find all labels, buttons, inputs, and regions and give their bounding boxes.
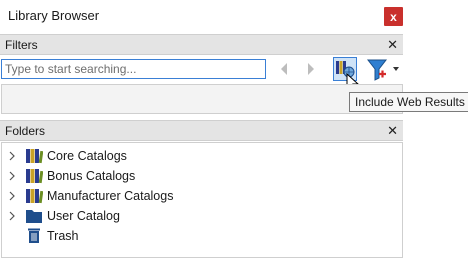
tree-item-bonus-catalogs[interactable]: Bonus Catalogs — [2, 166, 402, 186]
search-input[interactable] — [1, 59, 266, 79]
tree-item-label: Bonus Catalogs — [47, 169, 136, 183]
expand-chevron-icon[interactable] — [8, 151, 16, 161]
tree-item-user-catalog[interactable]: User Catalog — [2, 206, 402, 226]
tree-item-manufacturer-catalogs[interactable]: Manufacturer Catalogs — [2, 186, 402, 206]
filters-header-label: Filters — [5, 38, 38, 52]
previous-arrow-icon[interactable] — [277, 61, 291, 77]
tree-item-label: Manufacturer Catalogs — [47, 189, 174, 203]
tree-item-core-catalogs[interactable]: Core Catalogs — [2, 146, 402, 166]
include-web-results-tooltip: Include Web Results — [349, 92, 468, 112]
tree-item-trash[interactable]: Trash — [2, 226, 402, 246]
filters-panel-header: Filters ✕ — [0, 34, 403, 55]
folders-panel-header: Folders ✕ — [0, 120, 403, 141]
catalog-books-icon — [26, 149, 43, 164]
add-filter-dropdown-button[interactable] — [366, 58, 402, 82]
tree-item-label: User Catalog — [47, 209, 120, 223]
filters-close-icon[interactable]: ✕ — [387, 37, 398, 53]
expand-chevron-icon[interactable] — [8, 171, 16, 181]
catalog-books-icon — [26, 189, 43, 204]
expand-chevron-icon[interactable] — [8, 191, 16, 201]
catalog-books-icon — [26, 169, 43, 184]
next-arrow-icon[interactable] — [304, 61, 318, 77]
trash-icon — [28, 228, 40, 243]
folder-tree: Core Catalogs Bonus Catalogs Manufacture… — [1, 142, 403, 258]
tree-item-label: Trash — [47, 229, 79, 243]
tree-item-label: Core Catalogs — [47, 149, 127, 163]
folder-icon — [26, 210, 42, 223]
folders-header-label: Folders — [5, 124, 46, 138]
filter-add-icon — [366, 59, 399, 81]
window-close-button[interactable]: x — [384, 7, 403, 26]
folders-close-icon[interactable]: ✕ — [387, 123, 398, 139]
filter-results-area — [1, 84, 403, 114]
expand-chevron-icon[interactable] — [8, 211, 16, 221]
window-title: Library Browser — [8, 8, 100, 23]
